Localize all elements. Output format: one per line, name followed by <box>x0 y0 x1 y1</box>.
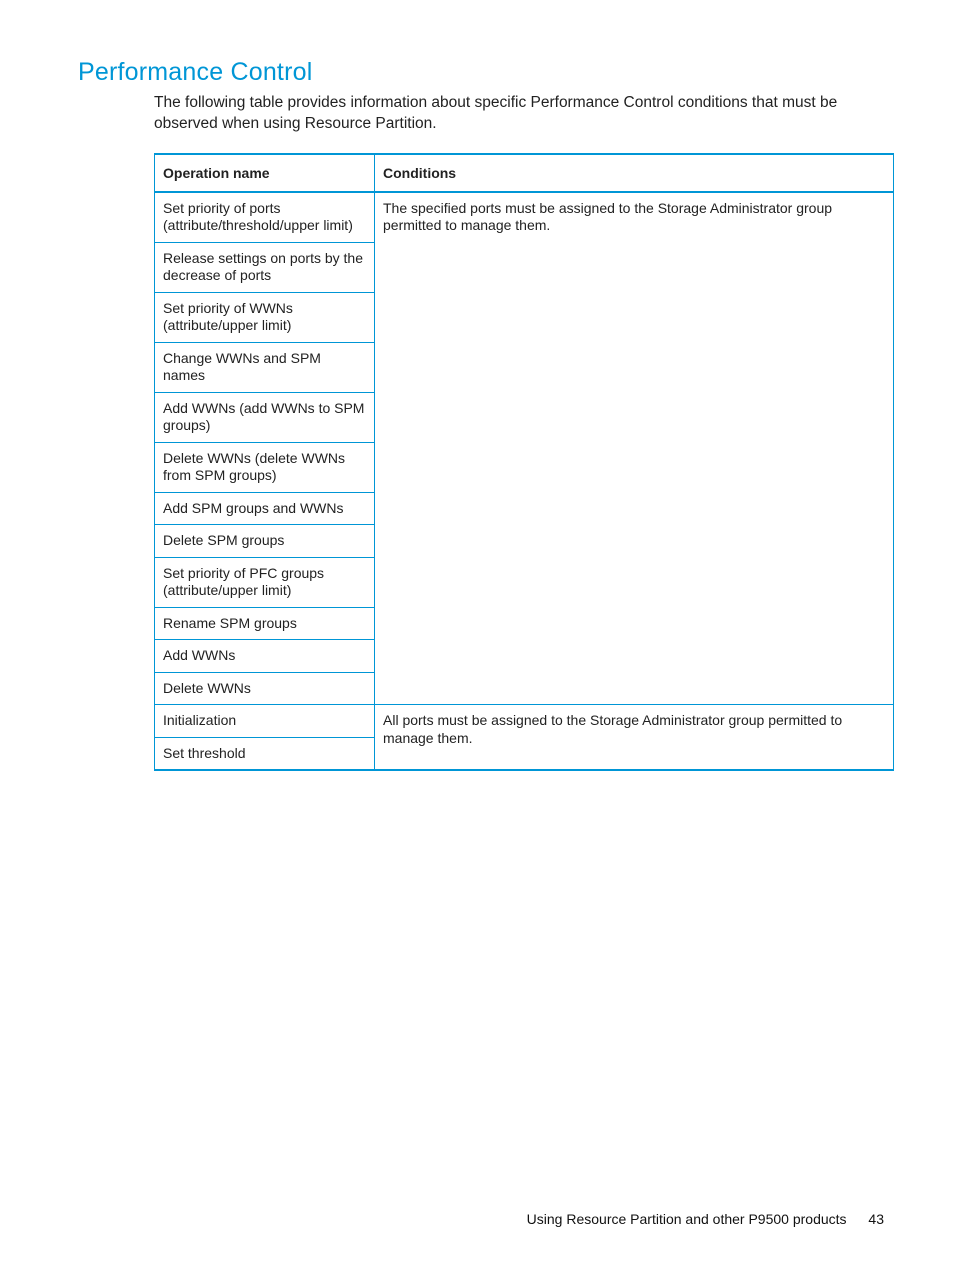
op-cell: Add WWNs (add WWNs to SPM groups) <box>155 392 375 442</box>
footer-text: Using Resource Partition and other P9500… <box>527 1211 847 1227</box>
page-number: 43 <box>868 1211 884 1227</box>
col-header-conditions: Conditions <box>375 154 894 192</box>
op-cell: Delete SPM groups <box>155 525 375 558</box>
intro-paragraph: The following table provides information… <box>78 93 884 135</box>
col-header-operation: Operation name <box>155 154 375 192</box>
op-cell: Release settings on ports by the decreas… <box>155 242 375 292</box>
section-title: Performance Control <box>78 58 884 87</box>
op-cell: Delete WWNs (delete WWNs from SPM groups… <box>155 442 375 492</box>
op-cell: Set priority of ports (attribute/thresho… <box>155 192 375 243</box>
op-cell: Rename SPM groups <box>155 607 375 640</box>
conditions-table-wrap: Operation name Conditions Set priority o… <box>154 153 894 772</box>
op-cell: Add WWNs <box>155 640 375 673</box>
op-cell: Set priority of WWNs (attribute/upper li… <box>155 292 375 342</box>
op-cell: Initialization <box>155 705 375 738</box>
conditions-table: Operation name Conditions Set priority o… <box>154 153 894 772</box>
op-cell: Delete WWNs <box>155 672 375 705</box>
op-cell: Set threshold <box>155 737 375 770</box>
op-cell: Set priority of PFC groups (attribute/up… <box>155 557 375 607</box>
op-cell: Add SPM groups and WWNs <box>155 492 375 525</box>
page-footer: Using Resource Partition and other P9500… <box>527 1211 884 1227</box>
op-cell: Change WWNs and SPM names <box>155 342 375 392</box>
cond-cell: The specified ports must be assigned to … <box>375 192 894 705</box>
cond-cell: All ports must be assigned to the Storag… <box>375 705 894 771</box>
